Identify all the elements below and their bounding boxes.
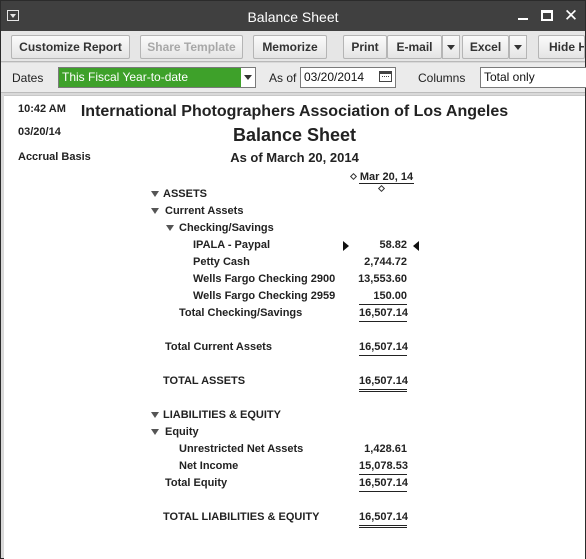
chevron-down-icon[interactable]: [241, 68, 255, 87]
row-amount[interactable]: 16,507.14: [359, 476, 408, 492]
collapse-triangle-icon[interactable]: [151, 208, 159, 214]
window-title: Balance Sheet: [247, 9, 339, 25]
company-name: International Photographers Association …: [80, 103, 509, 120]
row-label[interactable]: TOTAL ASSETS: [163, 374, 245, 391]
row-label[interactable]: Total Current Assets: [165, 340, 272, 357]
minimize-icon[interactable]: [514, 6, 534, 26]
customize-report-button[interactable]: Customize Report: [11, 35, 130, 59]
row-label[interactable]: TOTAL LIABILITIES & EQUITY: [163, 510, 319, 527]
close-icon[interactable]: ✕: [561, 6, 581, 26]
row-label[interactable]: Wells Fargo Checking 2959: [193, 289, 335, 306]
row-amount[interactable]: 16,507.14: [359, 374, 408, 392]
maximize-icon[interactable]: [538, 6, 558, 26]
row-label[interactable]: Wells Fargo Checking 2900: [193, 272, 335, 289]
row-label[interactable]: Net Income: [179, 459, 238, 476]
row-label[interactable]: Total Equity: [165, 476, 227, 493]
filter-bar: Dates This Fiscal Year-to-date As of 03/…: [1, 63, 586, 93]
row-amount[interactable]: 2,744.72: [340, 255, 407, 270]
memorize-button[interactable]: Memorize: [253, 35, 327, 59]
row-label[interactable]: IPALA - Paypal: [193, 238, 270, 255]
row-marker-right-icon: [413, 241, 419, 251]
collapse-triangle-icon[interactable]: [151, 429, 159, 435]
share-template-button[interactable]: Share Template: [140, 35, 243, 59]
print-button[interactable]: Print: [343, 35, 387, 59]
report-toolbar: Customize Report Share Template Memorize…: [1, 31, 585, 62]
email-button[interactable]: E-mail: [387, 35, 442, 59]
collapse-triangle-icon[interactable]: [151, 191, 159, 197]
calendar-icon[interactable]: [379, 70, 392, 83]
row-label[interactable]: LIABILITIES & EQUITY: [163, 408, 281, 425]
row-amount[interactable]: 16,507.14: [359, 306, 408, 322]
row-label[interactable]: Unrestricted Net Assets: [179, 442, 303, 459]
row-amount[interactable]: 16,507.14: [359, 340, 408, 356]
diamond-icon: [349, 172, 357, 181]
hide-header-button[interactable]: Hide H: [538, 35, 585, 59]
row-amount[interactable]: 13,553.60: [340, 272, 407, 287]
report-body: 10:42 AM 03/20/14 Accrual Basis Internat…: [4, 95, 585, 559]
row-label[interactable]: Checking/Savings: [179, 221, 274, 238]
dates-dropdown[interactable]: This Fiscal Year-to-date: [58, 67, 256, 88]
row-label[interactable]: Equity: [165, 425, 199, 442]
row-amount[interactable]: 150.00: [359, 289, 407, 305]
row-amount[interactable]: 15,078.53: [359, 459, 408, 475]
row-amount[interactable]: 16,507.14: [359, 510, 408, 528]
diamond-icon: [377, 184, 385, 193]
row-amount[interactable]: 58.82: [340, 238, 407, 253]
row-amount[interactable]: 1,428.61: [340, 442, 407, 457]
column-header[interactable]: Mar 20, 14: [343, 171, 419, 193]
row-label[interactable]: Current Assets: [165, 204, 243, 221]
email-dropdown-icon[interactable]: [442, 35, 460, 59]
row-label[interactable]: ASSETS: [163, 187, 207, 204]
columns-dropdown[interactable]: Total only: [480, 67, 586, 88]
columns-label: Columns: [418, 71, 466, 85]
balance-sheet-window: Balance Sheet ✕ Customize Report Share T…: [0, 0, 586, 559]
column-header-label: Mar 20, 14: [358, 171, 415, 184]
as-of-label: As of: [269, 71, 297, 85]
dates-label: Dates: [12, 71, 44, 85]
title-bar: Balance Sheet ✕: [1, 1, 585, 31]
excel-dropdown-icon[interactable]: [509, 35, 527, 59]
collapse-triangle-icon[interactable]: [151, 412, 159, 418]
row-label[interactable]: Total Checking/Savings: [179, 306, 302, 323]
dates-dropdown-value: This Fiscal Year-to-date: [59, 68, 241, 87]
excel-button[interactable]: Excel: [462, 35, 509, 59]
report-as-of: As of March 20, 2014: [230, 150, 359, 165]
row-label[interactable]: Petty Cash: [193, 255, 250, 272]
collapse-triangle-icon[interactable]: [166, 225, 174, 231]
report-title: Balance Sheet: [232, 125, 357, 145]
